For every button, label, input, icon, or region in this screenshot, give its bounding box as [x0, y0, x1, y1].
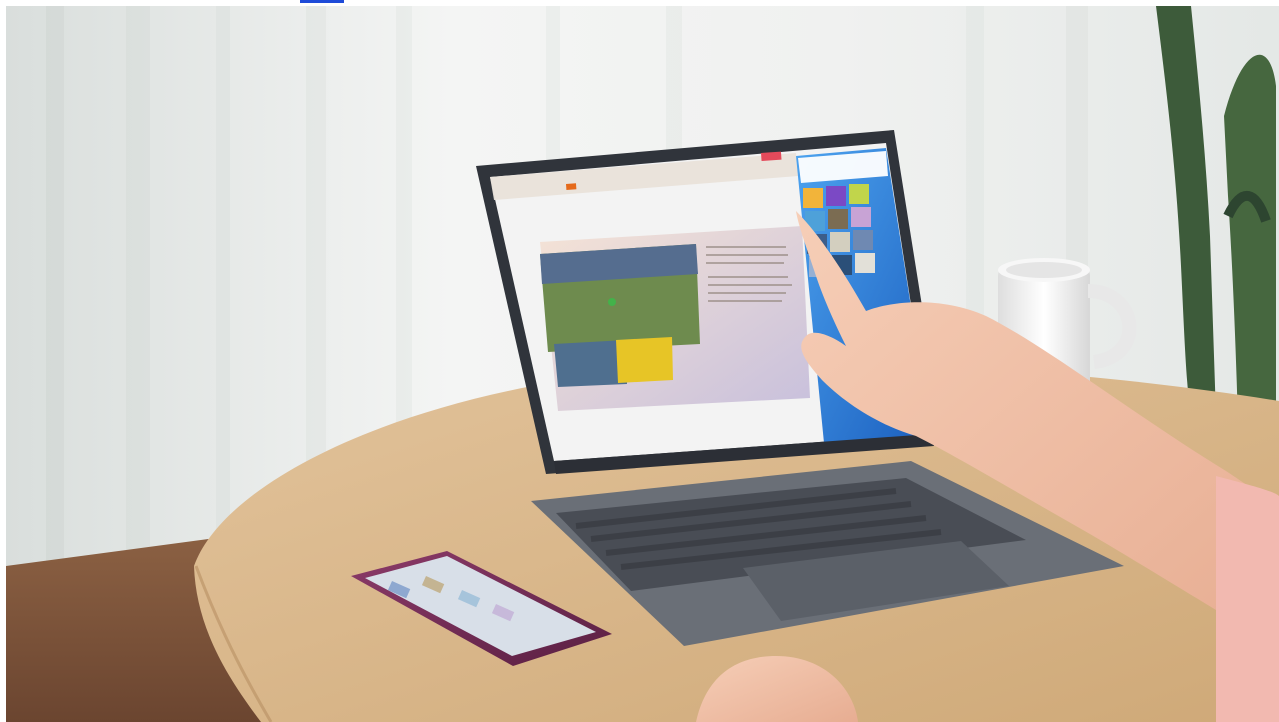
pink-sleeve: [1216, 476, 1279, 722]
top-link[interactable]: [300, 0, 344, 3]
photo: [6, 6, 1279, 722]
page: [0, 0, 1279, 722]
scene-svg: [6, 6, 1279, 722]
